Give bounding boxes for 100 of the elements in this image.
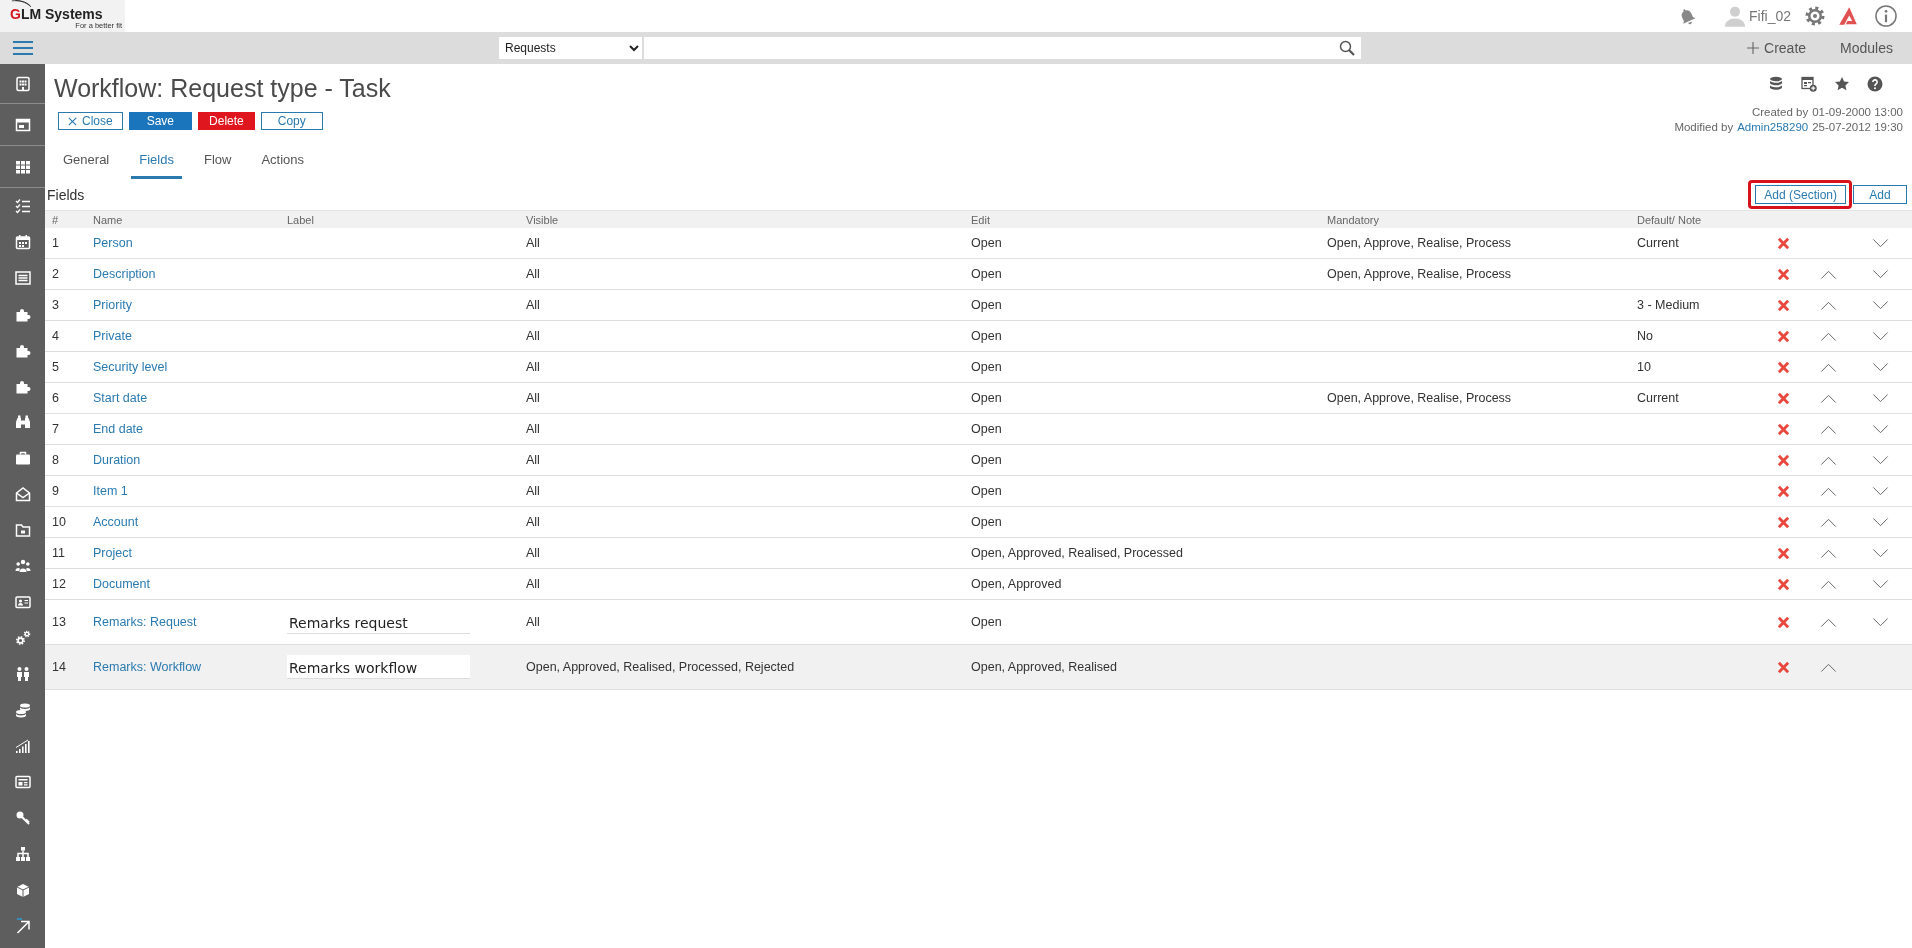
module-select[interactable]: Requests [499, 37, 642, 59]
close-button[interactable]: Close [58, 112, 123, 130]
puzzle-icon[interactable] [14, 342, 31, 358]
chevron-up-icon[interactable] [1819, 269, 1837, 279]
box-icon[interactable] [14, 882, 31, 898]
chevron-up-icon[interactable] [1819, 579, 1837, 589]
add-button[interactable]: Add [1853, 185, 1907, 204]
field-name-link[interactable]: Remarks: Workflow [93, 660, 202, 674]
form-plus-icon[interactable] [1801, 76, 1817, 92]
database-icon[interactable] [1768, 76, 1784, 92]
chevron-up-icon[interactable] [1819, 662, 1837, 672]
people-icon[interactable] [14, 558, 31, 574]
envelope-icon[interactable] [14, 486, 31, 502]
binoculars-icon[interactable] [14, 414, 31, 430]
key-icon[interactable] [14, 810, 31, 826]
chevron-up-icon[interactable] [1819, 455, 1837, 465]
chevron-down-icon[interactable] [1871, 617, 1889, 627]
delete-icon[interactable] [1776, 515, 1790, 529]
copy-button[interactable]: Copy [260, 112, 323, 130]
chevron-down-icon[interactable] [1871, 362, 1889, 372]
create-button[interactable]: Create [1747, 40, 1807, 56]
star-icon[interactable] [1834, 76, 1850, 92]
field-name-link[interactable]: Document [93, 577, 150, 591]
user-link[interactable]: Admin258290 [1737, 120, 1809, 135]
chevron-up-icon[interactable] [1819, 393, 1837, 403]
triangle-logo-icon[interactable] [1838, 6, 1858, 26]
bar-chart-icon[interactable] [14, 738, 31, 754]
calendar-icon[interactable] [14, 234, 31, 250]
field-name-link[interactable]: Project [93, 546, 132, 560]
delete-icon[interactable] [1776, 577, 1790, 591]
delete-icon[interactable] [1776, 329, 1790, 343]
chevron-up-icon[interactable] [1819, 486, 1837, 496]
delete-icon[interactable] [1776, 484, 1790, 498]
newspaper-icon[interactable] [14, 774, 31, 790]
tab[interactable]: General [55, 146, 118, 179]
search-icon[interactable] [1339, 40, 1355, 56]
field-name-link[interactable]: Description [93, 267, 156, 281]
briefcase-icon[interactable] [14, 450, 31, 466]
chevron-down-icon[interactable] [1871, 331, 1889, 341]
info-icon[interactable] [1875, 5, 1897, 27]
chevron-up-icon[interactable] [1819, 548, 1837, 558]
chevron-down-icon[interactable] [1871, 486, 1889, 496]
settings-icon[interactable] [1805, 6, 1825, 26]
two-persons-icon[interactable] [14, 666, 31, 682]
field-name-link[interactable]: Start date [93, 391, 148, 405]
id-card-icon[interactable] [14, 594, 31, 610]
diagonal-arrow-icon[interactable] [14, 918, 31, 934]
menu-icon[interactable] [11, 40, 34, 56]
delete-icon[interactable] [1776, 660, 1790, 674]
puzzle-icon[interactable] [14, 306, 31, 322]
field-name-link[interactable]: Person [93, 236, 133, 250]
chevron-down-icon[interactable] [1871, 579, 1889, 589]
delete-icon[interactable] [1776, 422, 1790, 436]
window-icon[interactable] [14, 116, 31, 133]
save-button[interactable]: Save [128, 112, 193, 130]
chevron-up-icon[interactable] [1819, 300, 1837, 310]
hierarchy-icon[interactable] [14, 846, 31, 862]
list-icon[interactable] [14, 270, 31, 286]
delete-button[interactable]: Delete [198, 112, 255, 130]
chevron-down-icon[interactable] [1871, 238, 1889, 248]
field-name-link[interactable]: Item 1 [93, 484, 128, 498]
building-icon[interactable] [14, 75, 31, 92]
delete-icon[interactable] [1776, 453, 1790, 467]
delete-icon[interactable] [1776, 236, 1790, 250]
chevron-up-icon[interactable] [1819, 617, 1837, 627]
field-name-link[interactable]: Account [93, 515, 139, 529]
chevron-up-icon[interactable] [1819, 517, 1837, 527]
tab[interactable]: Fields [131, 146, 182, 179]
field-name-link[interactable]: Priority [93, 298, 132, 312]
delete-icon[interactable] [1776, 546, 1790, 560]
field-name-link[interactable]: End date [93, 422, 144, 436]
chevron-down-icon[interactable] [1871, 517, 1889, 527]
chevron-down-icon[interactable] [1871, 424, 1889, 434]
user-name[interactable]: Fifi_02 [1748, 8, 1791, 24]
search-field[interactable] [644, 37, 1361, 59]
folder-icon[interactable] [14, 522, 31, 538]
help-icon[interactable] [1867, 76, 1883, 92]
chevron-down-icon[interactable] [1871, 455, 1889, 465]
chevron-up-icon[interactable] [1819, 424, 1837, 434]
tab[interactable]: Flow [195, 146, 240, 179]
delete-icon[interactable] [1776, 360, 1790, 374]
label-field[interactable]: Remarks workflow [287, 655, 470, 679]
field-name-link[interactable]: Remarks: Request [93, 615, 197, 629]
chevron-up-icon[interactable] [1819, 362, 1837, 372]
delete-icon[interactable] [1776, 298, 1790, 312]
chevron-up-icon[interactable] [1819, 331, 1837, 341]
delete-icon[interactable] [1776, 615, 1790, 629]
field-name-link[interactable]: Private [93, 329, 132, 343]
chevron-down-icon[interactable] [1871, 300, 1889, 310]
coins-icon[interactable] [14, 702, 31, 718]
delete-icon[interactable] [1776, 267, 1790, 281]
tab[interactable]: Actions [253, 146, 313, 179]
grid-icon[interactable] [14, 158, 31, 175]
field-name-link[interactable]: Security level [93, 360, 168, 374]
gears-icon[interactable] [14, 630, 31, 646]
puzzle-icon[interactable] [14, 378, 31, 394]
chevron-down-icon[interactable] [1871, 393, 1889, 403]
chevron-down-icon[interactable] [1871, 269, 1889, 279]
modules-button[interactable]: Modules [1840, 40, 1893, 56]
delete-icon[interactable] [1776, 391, 1790, 405]
